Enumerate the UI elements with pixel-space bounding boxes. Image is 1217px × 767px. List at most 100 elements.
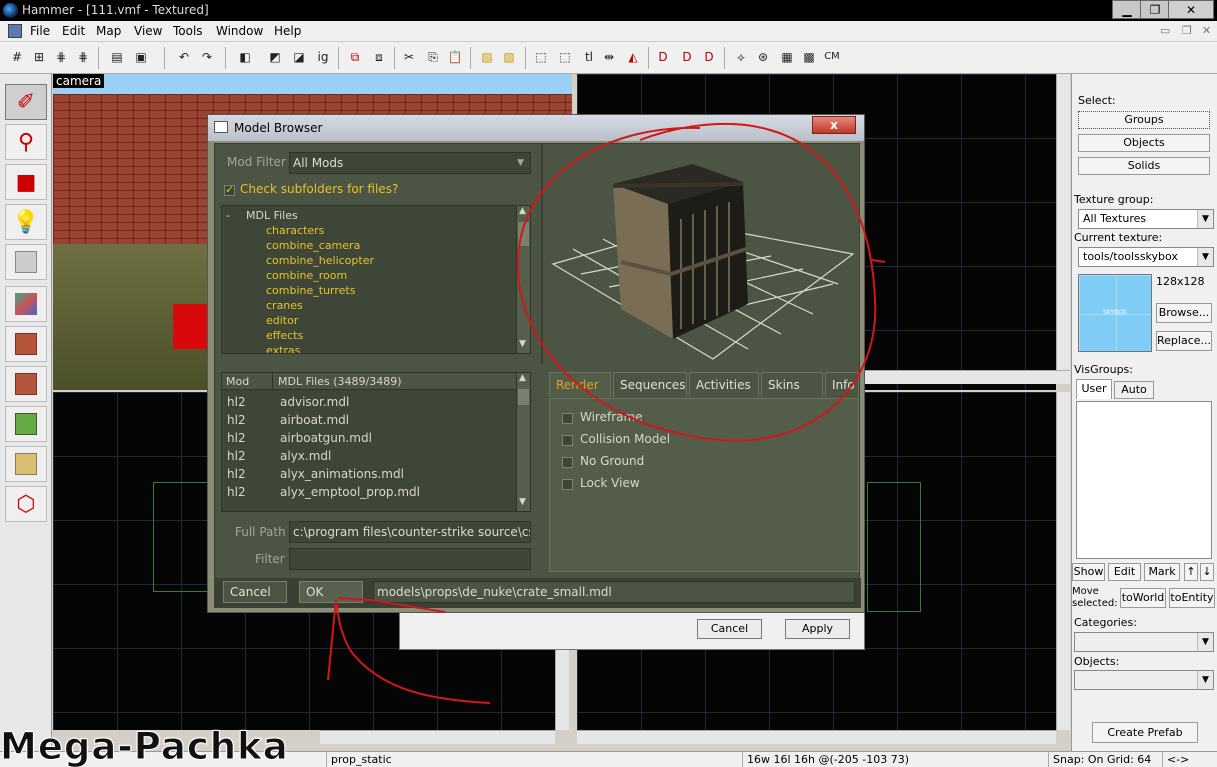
smaller-grid-icon[interactable]: ⋕ [52,48,70,66]
apply-texture-icon[interactable] [5,326,47,362]
file-list[interactable]: Mod MDL Files (3489/3489) hl2 advisor.mdl… [221,372,531,512]
folder-item[interactable]: combine_helicopter [266,254,374,267]
folder-item[interactable]: effects [266,329,303,342]
folder-item[interactable]: combine_turrets [266,284,355,297]
menu-view[interactable]: View [134,24,162,38]
texture-application-icon[interactable] [5,286,47,322]
vertex-tool-icon[interactable]: ⬡ [5,486,47,522]
check-problems-icon[interactable]: ⊛ [754,48,772,66]
redo-icon[interactable]: ↷ [198,48,216,66]
mod-filter-select[interactable]: All Mods ▼ [289,152,531,174]
apply-overlay-icon[interactable] [5,406,47,442]
menu-edit[interactable]: Edit [62,24,85,38]
move-down-button[interactable]: ↓ [1200,563,1214,581]
file-list-scrollbar[interactable]: ▲ ▼ [516,373,530,511]
compile-map-icon[interactable]: CM [822,48,842,66]
folder-tree-scrollbar[interactable]: ▲ ▼ [516,206,530,353]
collision-model-checkbox[interactable] [562,435,573,446]
to-world-button[interactable]: toWorld [1120,588,1166,608]
mdi-restore-icon[interactable]: ❐ [1182,24,1192,37]
visgroups-tab-auto[interactable]: Auto [1114,381,1154,399]
map-properties-icon[interactable]: ◧ [236,48,254,66]
hide-icon[interactable]: ◪ [290,48,308,66]
current-texture-select[interactable]: tools/toolsskybox ▼ [1078,247,1214,267]
model-preview[interactable] [541,144,859,364]
vertex-icon[interactable]: tl [580,48,598,66]
objects-select[interactable]: ▼ [1074,670,1214,690]
mark-button[interactable]: Mark [1144,563,1180,581]
filter-field[interactable] [289,548,531,570]
folder-item[interactable]: combine_room [266,269,347,282]
tab-sequences[interactable]: Sequences [613,372,687,397]
side-viewport-vscrollbar[interactable] [1056,392,1070,730]
show-button[interactable]: Show [1072,563,1105,581]
file-row[interactable]: hl2 alyx_animations.mdl [222,465,514,483]
block-tool-icon[interactable] [5,244,47,280]
folder-item[interactable]: cranes [266,299,303,312]
tree-collapse-icon[interactable]: - [226,209,230,222]
bounding-box-icon[interactable]: ⬚ [532,48,550,66]
texture-group-select[interactable]: All Textures ▼ [1078,209,1214,229]
scroll-down-icon[interactable]: ▼ [519,339,526,349]
folder-item[interactable]: combine_camera [266,239,360,252]
close-button[interactable]: ✕ [1168,0,1214,19]
folder-item[interactable]: characters [266,224,324,237]
move-up-button[interactable]: ↑ [1184,563,1198,581]
select-all-icon[interactable]: ◩ [266,48,284,66]
texture-lock-icon[interactable]: ▨ [478,48,496,66]
grid-3d-icon[interactable]: ⊞ [30,48,48,66]
folder-tree[interactable]: - MDL Files characters combine_cameracomb… [221,205,531,354]
no-ground-checkbox[interactable] [562,457,573,468]
file-row[interactable]: hl2 advisor.mdl [222,393,514,411]
minimize-button[interactable]: ▁ [1112,0,1142,19]
larger-grid-icon[interactable]: ⋕ [74,48,92,66]
menu-map[interactable]: Map [96,24,121,38]
maximize-button[interactable]: ❐ [1140,0,1170,19]
selection-tool-icon[interactable]: ✐ [5,84,47,120]
tab-activities[interactable]: Activities [689,372,759,397]
magnify-tool-icon[interactable]: ⚲ [5,124,47,160]
to-entity-button[interactable]: toEntity [1169,588,1215,608]
files-column-header[interactable]: MDL Files (3489/3489) [278,375,402,388]
visgroups-tab-user[interactable]: User [1076,379,1112,399]
displacement-build-icon[interactable]: D [700,48,718,66]
document-icon[interactable] [8,24,22,38]
selected-model-path[interactable]: models\props\de_nuke\crate_small.mdl [373,581,855,603]
group-icon[interactable]: ▣ [132,48,150,66]
wireframe-checkbox[interactable] [562,413,573,424]
browse-button[interactable]: Browse... [1156,303,1212,323]
apply-decal-icon[interactable] [5,366,47,402]
mdi-minimize-icon[interactable]: ▭ [1160,24,1170,37]
properties-cancel-button[interactable]: Cancel [697,619,762,639]
paste-icon[interactable]: 📋 [446,48,464,66]
displacement-walk-icon[interactable]: D [678,48,696,66]
ok-button[interactable]: OK [299,581,363,603]
cut-icon[interactable]: ✂ [400,48,418,66]
folder-item[interactable]: editor [266,314,298,327]
tab-skins[interactable]: Skins [761,372,823,397]
solids-button[interactable]: Solids [1078,157,1210,175]
tree-root[interactable]: MDL Files [246,209,298,222]
visgroups-list[interactable] [1076,401,1212,559]
file-row[interactable]: hl2 airboatgun.mdl [222,429,514,447]
cordon-icon[interactable]: ⧉ [346,48,364,66]
menu-tools[interactable]: Tools [173,24,203,38]
texture-scale-lock-icon[interactable]: ▨ [500,48,518,66]
scroll-down-icon[interactable]: ▼ [519,497,526,507]
entity-tool-icon[interactable]: 💡 [5,204,47,240]
grid-icon[interactable]: # [8,48,26,66]
side-viewport-hscrollbar[interactable] [577,730,1056,744]
cancel-button[interactable]: Cancel [223,581,287,603]
scroll-up-icon[interactable]: ▲ [519,373,526,383]
ignore-groups-icon[interactable]: ig [314,48,332,66]
file-row[interactable]: hl2 alyx_emptool_prop.mdl [222,483,514,501]
carve-icon[interactable]: ▤ [108,48,126,66]
split-icon[interactable]: ◭ [624,48,642,66]
clipping-tool-icon[interactable] [5,446,47,482]
front-viewport-hscrollbar[interactable] [320,730,555,744]
select-box-icon[interactable]: ⬚ [556,48,574,66]
folder-item[interactable]: extras [266,344,300,353]
tab-render[interactable]: Render [549,372,611,397]
menu-help[interactable]: Help [274,24,301,38]
camera-tool-icon[interactable]: ■ [5,164,47,200]
